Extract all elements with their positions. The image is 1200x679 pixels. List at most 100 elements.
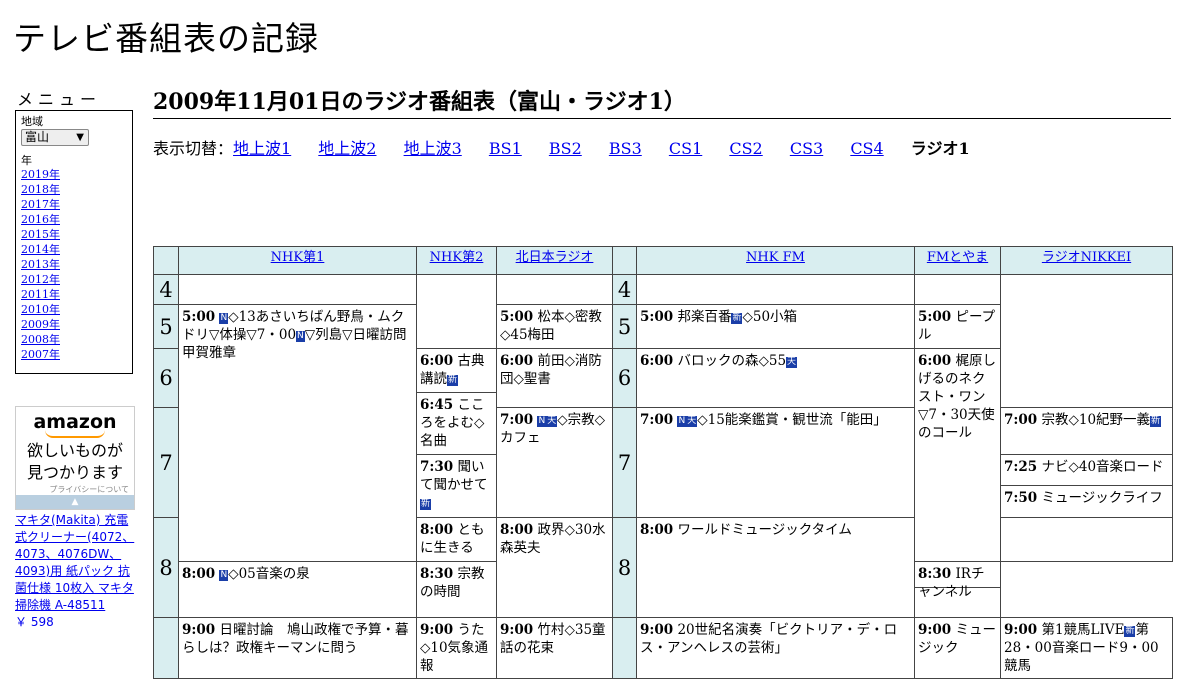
hour-label: 6 — [612, 348, 637, 408]
year-link-2012[interactable]: 2012年 — [21, 272, 127, 287]
channel-link-nhk2[interactable]: NHK第2 — [430, 250, 484, 265]
switch-link-terrestrial-3[interactable]: 地上波3 — [404, 139, 462, 158]
switch-link-cs1[interactable]: CS1 — [669, 139, 702, 158]
program-cell[interactable]: 6:00 梶原しげるのネクスト・ワン▽7・30天使のコール — [914, 348, 1001, 562]
new-icon: 新 — [420, 499, 432, 510]
year-link-2008[interactable]: 2008年 — [21, 332, 127, 347]
stereo-icon: 天 — [546, 416, 558, 427]
program-empty — [914, 274, 1001, 305]
program-cell[interactable]: 7:00 宗教◇10紀野一義新 — [1000, 407, 1173, 455]
channel-link-nhkfm[interactable]: NHK FM — [746, 250, 805, 265]
program-cell[interactable]: 6:00 古典講読新 — [416, 348, 497, 393]
switch-link-cs3[interactable]: CS3 — [790, 139, 823, 158]
program-stack: 8:30 IRチャンネル — [914, 561, 1001, 618]
program-cell[interactable]: 6:00 バロックの森◇55天 — [636, 348, 915, 408]
channel-link-knb[interactable]: 北日本ラジオ — [516, 250, 594, 265]
channel-header-knb: 北日本ラジオ — [496, 246, 613, 275]
channel-header-nhk2: NHK第2 — [416, 246, 497, 275]
region-select[interactable]: 富山 ▼ — [21, 129, 89, 146]
channel-header-nhkfm: NHK FM — [636, 246, 915, 275]
year-link-2018[interactable]: 2018年 — [21, 182, 127, 197]
program-cell[interactable]: 7:25 ナビ◇40音楽ロード — [1001, 455, 1172, 486]
program-cell[interactable]: 7:50 ミュージックライフ — [1001, 486, 1172, 517]
program-cell[interactable]: 7:30 聞いて聞かせて新 — [416, 454, 497, 518]
ad-product-link[interactable]: マキタ(Makita) 充電式クリーナー(4072、4073、4076DW、40… — [15, 513, 134, 612]
year-link-2015[interactable]: 2015年 — [21, 227, 127, 242]
hour-label: 5 — [612, 304, 637, 349]
year-list: 2019年 2018年 2017年 2016年 2015年 2014年 2013… — [21, 167, 127, 362]
menu-box: 地域 富山 ▼ 年 2019年 2018年 2017年 2016年 2015年 … — [15, 110, 133, 374]
switch-current-radio1: ラジオ1 — [910, 139, 970, 158]
ad-expand-bar[interactable]: ▲ — [16, 495, 134, 509]
switch-link-bs2[interactable]: BS2 — [549, 139, 582, 158]
switch-link-bs3[interactable]: BS3 — [609, 139, 642, 158]
hour-label: 4 — [612, 274, 637, 305]
year-link-2011[interactable]: 2011年 — [21, 287, 127, 302]
hour-label — [612, 617, 637, 679]
program-cell[interactable]: 8:30 宗教の時間 — [416, 561, 497, 618]
news-icon: N — [677, 416, 687, 427]
region-label: 地域 — [21, 115, 43, 128]
hour-label — [153, 617, 179, 679]
switch-link-terrestrial-1[interactable]: 地上波1 — [233, 139, 291, 158]
channel-link-fmtoyama[interactable]: FMとやま — [927, 250, 988, 265]
program-cell[interactable]: 8:30 IRチャンネル — [915, 562, 1000, 600]
stereo-icon: 天 — [786, 357, 798, 368]
hour-label: 8 — [153, 517, 179, 618]
program-cell[interactable]: 5:00 松本◇密教◇45梅田 — [496, 304, 613, 349]
hour-label: 7 — [153, 407, 179, 518]
program-cell[interactable]: 8:00 ワールドミュージックタイム — [636, 517, 915, 618]
ad-tagline-1: 欲しいものが — [26, 441, 123, 460]
switch-link-terrestrial-2[interactable]: 地上波2 — [318, 139, 376, 158]
menu-heading: メニュー — [17, 90, 102, 109]
year-link-2019[interactable]: 2019年 — [21, 167, 127, 182]
news-icon: N — [537, 416, 547, 427]
new-icon: 新 — [731, 313, 743, 324]
program-empty — [636, 274, 915, 305]
program-cell[interactable]: 6:45 こころをよむ◇名曲 — [416, 392, 497, 455]
channel-header-nikkei: ラジオNIKKEI — [1000, 246, 1173, 275]
program-cell[interactable]: 5:00 邦楽百番新◇50小箱 — [636, 304, 915, 349]
program-cell[interactable]: 7:00 N 天◇宗教◇カフェ — [496, 407, 613, 518]
amazon-ad-banner[interactable]: amazon 欲しいものが 見つかります プライバシーについて ▲ — [15, 406, 135, 510]
year-link-2017[interactable]: 2017年 — [21, 197, 127, 212]
news-icon: N — [219, 570, 229, 581]
news-icon: N — [296, 331, 305, 342]
channel-link-nhk1[interactable]: NHK第1 — [271, 250, 325, 265]
year-link-2007[interactable]: 2007年 — [21, 347, 127, 362]
new-icon: 新 — [1124, 626, 1136, 637]
program-stack: 7:25 ナビ◇40音楽ロード 7:50 ミュージックライフ — [1000, 454, 1173, 518]
switch-link-cs2[interactable]: CS2 — [729, 139, 762, 158]
switch-link-bs1[interactable]: BS1 — [489, 139, 522, 158]
program-cell[interactable]: 8:00 N◇05音楽の泉 — [178, 561, 417, 618]
corner-cell — [153, 246, 179, 275]
program-cell[interactable]: 8:00 ともに生きる — [416, 517, 497, 562]
program-cell[interactable]: 9:00 竹村◇35童話の花束 — [496, 617, 613, 679]
program-cell[interactable]: 8:00 政界◇30水森英夫 — [496, 517, 613, 618]
year-link-2010[interactable]: 2010年 — [21, 302, 127, 317]
program-cell[interactable]: 9:00 日曜討論 鳩山政権で予算・暮らしは？政権キーマンに問う — [178, 617, 417, 679]
region-select-value: 富山 — [25, 130, 50, 144]
channel-header-fmtoyama: FMとやま — [914, 246, 1001, 275]
program-cell[interactable]: 9:00 第1競馬LIVE新第28・00音楽ロード9・00競馬 — [1000, 617, 1173, 679]
program-cell[interactable]: 7:00 N 天◇15能楽鑑賞・観世流「能田」 — [636, 407, 915, 518]
program-grid: NHK第1 NHK第2 北日本ラジオ NHK FM FMとやま ラジオNIKKE… — [153, 246, 1173, 679]
program-empty — [178, 274, 417, 305]
hour-label: 6 — [153, 348, 179, 408]
channel-link-nikkei[interactable]: ラジオNIKKEI — [1042, 250, 1131, 265]
program-cell[interactable]: 9:00 20世紀名演奏「ビクトリア・デ・ロス・アンヘレスの芸術」 — [636, 617, 915, 679]
year-link-2013[interactable]: 2013年 — [21, 257, 127, 272]
chevron-up-icon: ▲ — [71, 497, 79, 507]
program-cell[interactable]: 9:00 ミュージック — [914, 617, 1001, 679]
year-link-2009[interactable]: 2009年 — [21, 317, 127, 332]
program-cell[interactable]: 9:00 うた◇10気象通報 — [416, 617, 497, 679]
year-link-2014[interactable]: 2014年 — [21, 242, 127, 257]
program-cell[interactable]: 5:00 N◇13あさいちばん野鳥・ムクドリ▽体操▽7・00N▽列島▽日曜訪問 … — [178, 304, 420, 562]
page-title: 2009年11月01日のラジオ番組表（富山・ラジオ1） — [153, 84, 1171, 119]
program-empty — [1000, 274, 1173, 408]
ad-privacy-link[interactable]: プライバシーについて — [16, 484, 134, 495]
program-cell[interactable]: 5:00 ピープル — [914, 304, 1001, 349]
year-link-2016[interactable]: 2016年 — [21, 212, 127, 227]
switch-link-cs4[interactable]: CS4 — [850, 139, 883, 158]
program-cell[interactable]: 6:00 前田◇消防団◇聖書 — [496, 348, 613, 408]
